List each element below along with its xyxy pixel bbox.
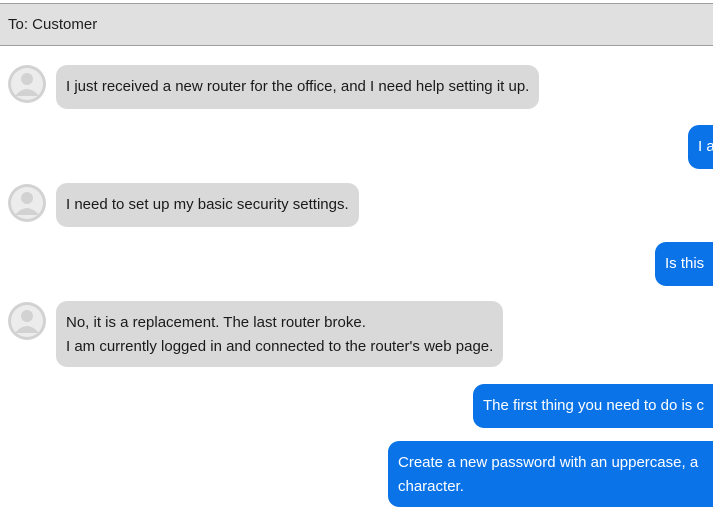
message-text: The first thing you need to do is c (483, 397, 704, 414)
outgoing-message[interactable]: Create a new password with an uppercase,… (388, 441, 713, 507)
outgoing-message[interactable]: Is this (655, 242, 713, 286)
message-text: I a (698, 138, 713, 155)
message-text-line: No, it is a replacement. The last router… (66, 314, 366, 331)
incoming-message[interactable]: No, it is a replacement. The last router… (56, 301, 504, 367)
outgoing-message[interactable]: I a (688, 125, 713, 169)
customer-avatar-icon (7, 301, 47, 341)
incoming-message[interactable]: I just received a new router for the off… (56, 65, 540, 109)
outgoing-message[interactable]: The first thing you need to do is c (473, 384, 713, 428)
conversation-header: To: Customer (0, 3, 713, 46)
incoming-message[interactable]: I need to set up my basic security setti… (56, 183, 359, 227)
message-text-line: Create a new password with an uppercase,… (398, 454, 699, 471)
message-text-line: I am currently logged in and connected t… (66, 338, 494, 355)
message-text-line: character. (398, 478, 464, 495)
message-text: I just received a new router for the off… (66, 78, 530, 95)
message-text: Is this (665, 255, 705, 272)
customer-avatar-icon (7, 64, 47, 104)
customer-avatar-icon (7, 183, 47, 223)
recipient-label: To: Customer (8, 16, 98, 33)
message-text: I need to set up my basic security setti… (66, 196, 349, 213)
